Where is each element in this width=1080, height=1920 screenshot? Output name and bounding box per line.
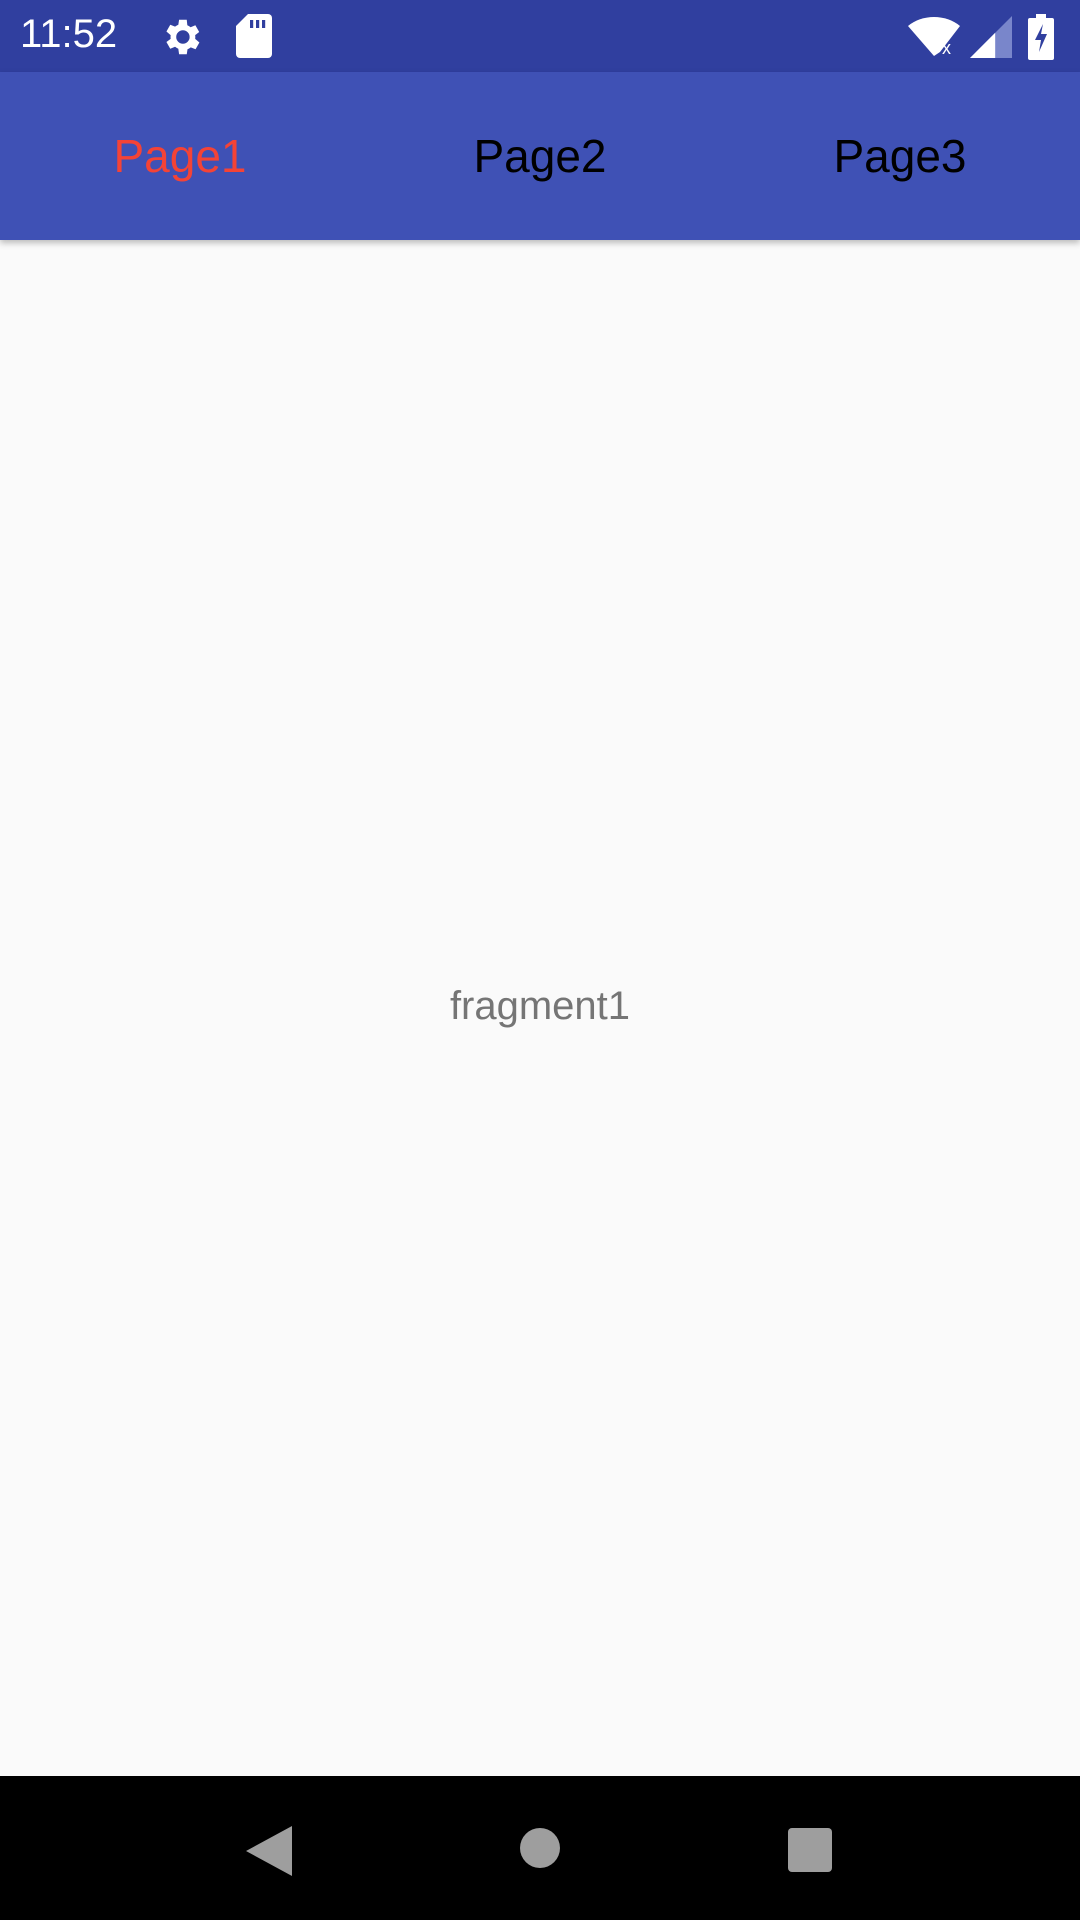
tab-bar: Page1 Page2 Page3 xyxy=(0,72,1080,240)
status-bar: 11:52 x xyxy=(0,0,1080,72)
wifi-off-icon: x xyxy=(908,17,960,56)
fragment-container: fragment1 xyxy=(0,240,1080,1776)
tab-page3[interactable]: Page3 xyxy=(720,72,1080,240)
back-icon[interactable] xyxy=(246,1826,292,1876)
tab-page1[interactable]: Page1 xyxy=(0,72,360,240)
tab-page2[interactable]: Page2 xyxy=(360,72,720,240)
battery-charging-icon xyxy=(1028,14,1054,60)
home-icon[interactable] xyxy=(520,1828,560,1868)
navigation-bar xyxy=(0,1776,1080,1920)
signal-icon xyxy=(970,16,1012,58)
recents-icon[interactable] xyxy=(788,1828,832,1872)
sd-card-icon xyxy=(236,14,272,58)
fragment-label: fragment1 xyxy=(449,983,631,1028)
clock: 11:52 xyxy=(20,12,118,56)
settings-icon xyxy=(166,19,200,55)
svg-text:x: x xyxy=(942,38,951,56)
